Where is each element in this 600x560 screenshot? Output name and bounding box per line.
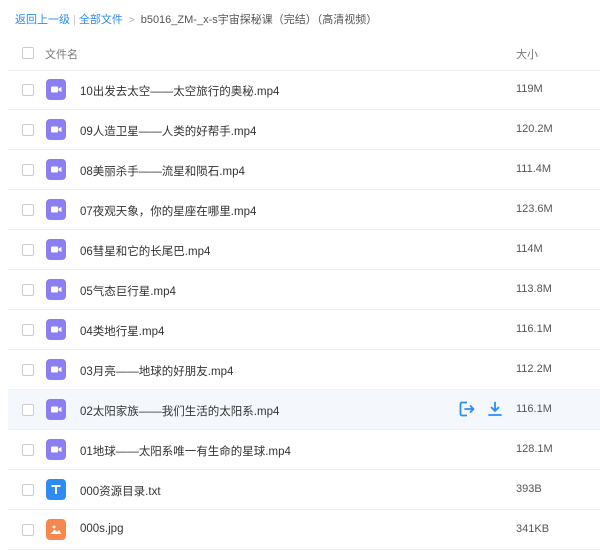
file-size: 123.6M: [516, 203, 553, 215]
file-row[interactable]: 000s.jpg 341KB: [8, 510, 600, 550]
file-checkbox[interactable]: [22, 484, 34, 496]
file-size: 393B: [516, 483, 542, 495]
share-icon[interactable]: [458, 400, 476, 418]
file-row[interactable]: 06彗星和它的长尾巴.mp4 114M: [8, 230, 600, 270]
download-icon[interactable]: [486, 400, 504, 418]
file-row[interactable]: 01地球——太阳系唯一有生命的星球.mp4 128.1M: [8, 430, 600, 470]
breadcrumb-arrow-icon: >: [128, 15, 135, 26]
file-checkbox[interactable]: [22, 204, 34, 216]
file-checkbox[interactable]: [22, 244, 34, 256]
all-files-link[interactable]: 全部文件: [79, 14, 123, 26]
file-size: 113.8M: [516, 283, 552, 295]
video-icon: [46, 399, 66, 420]
file-checkbox[interactable]: [22, 324, 34, 336]
breadcrumb-separator: |: [73, 14, 76, 26]
file-list: 10出发去太空——太空旅行的奥秘.mp4 119M 09人造卫星——人类的好帮手.m…: [8, 70, 600, 550]
file-checkbox[interactable]: [22, 524, 34, 536]
file-name[interactable]: 06彗星和它的长尾巴.mp4: [80, 243, 210, 259]
file-name[interactable]: 10出发去太空——太空旅行的奥秘.mp4: [80, 83, 279, 99]
file-name[interactable]: 000s.jpg: [80, 523, 123, 535]
file-name[interactable]: 000资源目录.txt: [80, 483, 161, 499]
video-icon: [46, 239, 66, 260]
video-icon: [46, 159, 66, 180]
file-checkbox[interactable]: [22, 164, 34, 176]
video-icon: [46, 199, 66, 220]
video-icon: [46, 439, 66, 460]
breadcrumb: 返回上一级 | 全部文件 > b5016_ZM-_x-s宇宙探秘课（完结）（高清视频）: [15, 10, 377, 30]
video-icon: [46, 119, 66, 140]
column-header-name[interactable]: 文件名: [45, 46, 78, 62]
file-checkbox[interactable]: [22, 404, 34, 416]
select-all-checkbox[interactable]: [22, 47, 34, 59]
file-row[interactable]: 09人造卫星——人类的好帮手.mp4 120.2M: [8, 110, 600, 150]
file-name[interactable]: 02太阳家族——我们生活的太阳系.mp4: [80, 403, 279, 419]
file-row[interactable]: 10出发去太空——太空旅行的奥秘.mp4 119M: [8, 70, 600, 110]
file-name[interactable]: 05气态巨行星.mp4: [80, 283, 176, 299]
file-size: 111.4M: [516, 163, 552, 175]
video-icon: [46, 359, 66, 380]
file-row[interactable]: 08美丽杀手——流星和陨石.mp4 111.4M: [8, 150, 600, 190]
file-name[interactable]: 08美丽杀手——流星和陨石.mp4: [80, 163, 245, 179]
file-size: 119M: [516, 83, 543, 95]
file-row[interactable]: 000资源目录.txt 393B: [8, 470, 600, 510]
file-size: 128.1M: [516, 443, 553, 455]
file-list-header: 文件名 大小: [8, 36, 600, 71]
file-checkbox[interactable]: [22, 124, 34, 136]
file-size: 112.2M: [516, 363, 552, 375]
file-checkbox[interactable]: [22, 284, 34, 296]
file-size: 120.2M: [516, 123, 553, 135]
video-icon: [46, 79, 66, 100]
file-size: 116.1M: [516, 403, 552, 415]
file-size: 114M: [516, 243, 543, 255]
file-row[interactable]: 02太阳家族——我们生活的太阳系.mp4 116.1M: [8, 390, 600, 430]
file-name[interactable]: 01地球——太阳系唯一有生命的星球.mp4: [80, 443, 291, 459]
file-name[interactable]: 07夜观天象，你的星座在哪里.mp4: [80, 203, 256, 219]
file-checkbox[interactable]: [22, 84, 34, 96]
file-row[interactable]: 03月亮——地球的好朋友.mp4 112.2M: [8, 350, 600, 390]
file-name[interactable]: 09人造卫星——人类的好帮手.mp4: [80, 123, 256, 139]
file-checkbox[interactable]: [22, 364, 34, 376]
video-icon: [46, 319, 66, 340]
current-folder-name: b5016_ZM-_x-s宇宙探秘课（完结）（高清视频）: [140, 14, 378, 26]
file-checkbox[interactable]: [22, 444, 34, 456]
video-icon: [46, 279, 66, 300]
column-header-size[interactable]: 大小: [516, 46, 538, 62]
file-row[interactable]: 04类地行星.mp4 116.1M: [8, 310, 600, 350]
file-row[interactable]: 07夜观天象，你的星座在哪里.mp4 123.6M: [8, 190, 600, 230]
file-size: 341KB: [516, 523, 550, 535]
file-name[interactable]: 03月亮——地球的好朋友.mp4: [80, 363, 233, 379]
image-file-icon: [46, 519, 66, 540]
file-row[interactable]: 05气态巨行星.mp4 113.8M: [8, 270, 600, 310]
file-name[interactable]: 04类地行星.mp4: [80, 323, 164, 339]
back-link[interactable]: 返回上一级: [15, 14, 70, 26]
file-size: 116.1M: [516, 323, 552, 335]
text-file-icon: [46, 479, 66, 500]
